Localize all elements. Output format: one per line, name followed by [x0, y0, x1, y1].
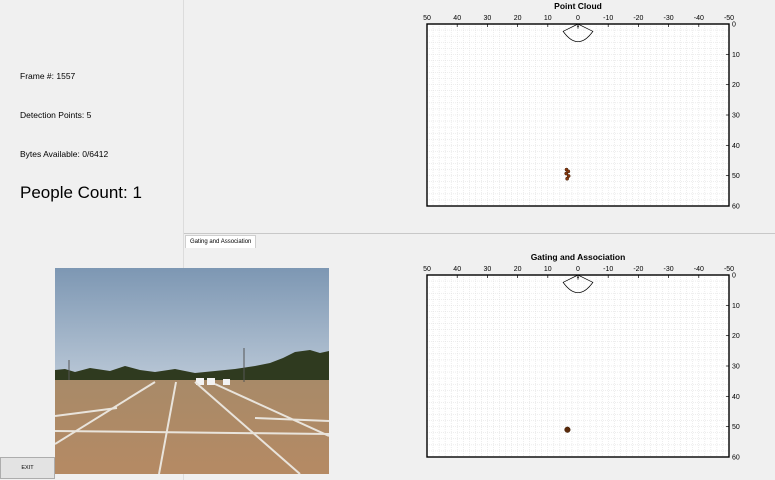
- gating-association-plot: Gating and Association 50 40 30 20 10 0 -10 -20 -…: [423, 252, 740, 462]
- x-tick-label: 0: [576, 15, 580, 22]
- plot-title: Point Cloud: [554, 1, 602, 11]
- y-tick-label: 30: [732, 113, 740, 120]
- x-tick-label: -40: [694, 15, 704, 22]
- x-tick-label: -10: [603, 15, 613, 22]
- x-tick-label: 40: [453, 15, 461, 22]
- x-tick-label: -20: [633, 15, 643, 22]
- x-tick-label: -30: [664, 15, 674, 22]
- point-cloud-plot: Point Cloud50 40 30 20 10 0 -10 -20 -30 -40 -50010…: [423, 1, 740, 211]
- x-tick-label: -10: [603, 266, 613, 273]
- x-tick-label: 20: [514, 266, 522, 273]
- x-tick-label: -40: [694, 266, 704, 273]
- x-tick-label: 10: [544, 15, 552, 22]
- x-tick-label: 30: [484, 266, 492, 273]
- y-tick-label: 20: [732, 82, 740, 89]
- y-tick-label: 10: [732, 52, 740, 59]
- y-tick-label: 40: [732, 143, 740, 150]
- data-point: [565, 176, 569, 181]
- plot-title: Gating and Association: [531, 252, 626, 262]
- y-tick-label: 50: [732, 173, 740, 180]
- y-tick-label: 0: [732, 273, 736, 280]
- y-tick-label: 60: [732, 455, 740, 462]
- x-tick-label: 10: [544, 266, 552, 273]
- x-tick-label: 30: [484, 15, 492, 22]
- x-tick-label: 0: [576, 266, 580, 273]
- x-tick-label: -30: [664, 266, 674, 273]
- y-tick-label: 50: [732, 424, 740, 431]
- y-tick-label: 20: [732, 333, 740, 340]
- x-tick-label: -20: [633, 266, 643, 273]
- data-point: [564, 426, 571, 433]
- y-tick-label: 40: [732, 394, 740, 401]
- x-tick-label: 50: [423, 15, 431, 22]
- y-tick-label: 10: [732, 303, 740, 310]
- y-tick-label: 60: [732, 204, 740, 211]
- plots-layer: Point Cloud50 40 30 20 10 0 -10 -20 -30 -40 -50010…: [423, 1, 740, 462]
- y-tick-label: 0: [732, 22, 736, 29]
- x-tick-label: 50: [423, 266, 431, 273]
- x-tick-label: 40: [453, 266, 461, 273]
- x-tick-label: 20: [514, 15, 522, 22]
- y-tick-label: 30: [732, 364, 740, 371]
